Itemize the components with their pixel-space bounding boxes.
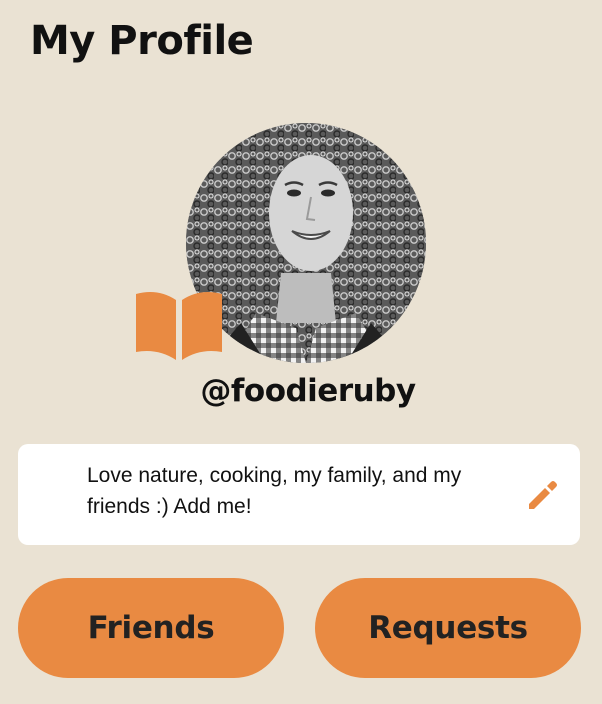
open-book-icon — [134, 290, 224, 360]
pencil-icon — [529, 481, 557, 509]
bio-card: Love nature, cooking, my family, and my … — [18, 444, 580, 545]
requests-button[interactable]: Requests — [315, 578, 581, 678]
friends-button[interactable]: Friends — [18, 578, 284, 678]
bio-text: Love nature, cooking, my family, and my … — [87, 464, 462, 518]
edit-bio-button[interactable] — [522, 474, 564, 516]
page-title: My Profile — [30, 18, 254, 64]
profile-handle: @foodieruby — [200, 373, 416, 409]
